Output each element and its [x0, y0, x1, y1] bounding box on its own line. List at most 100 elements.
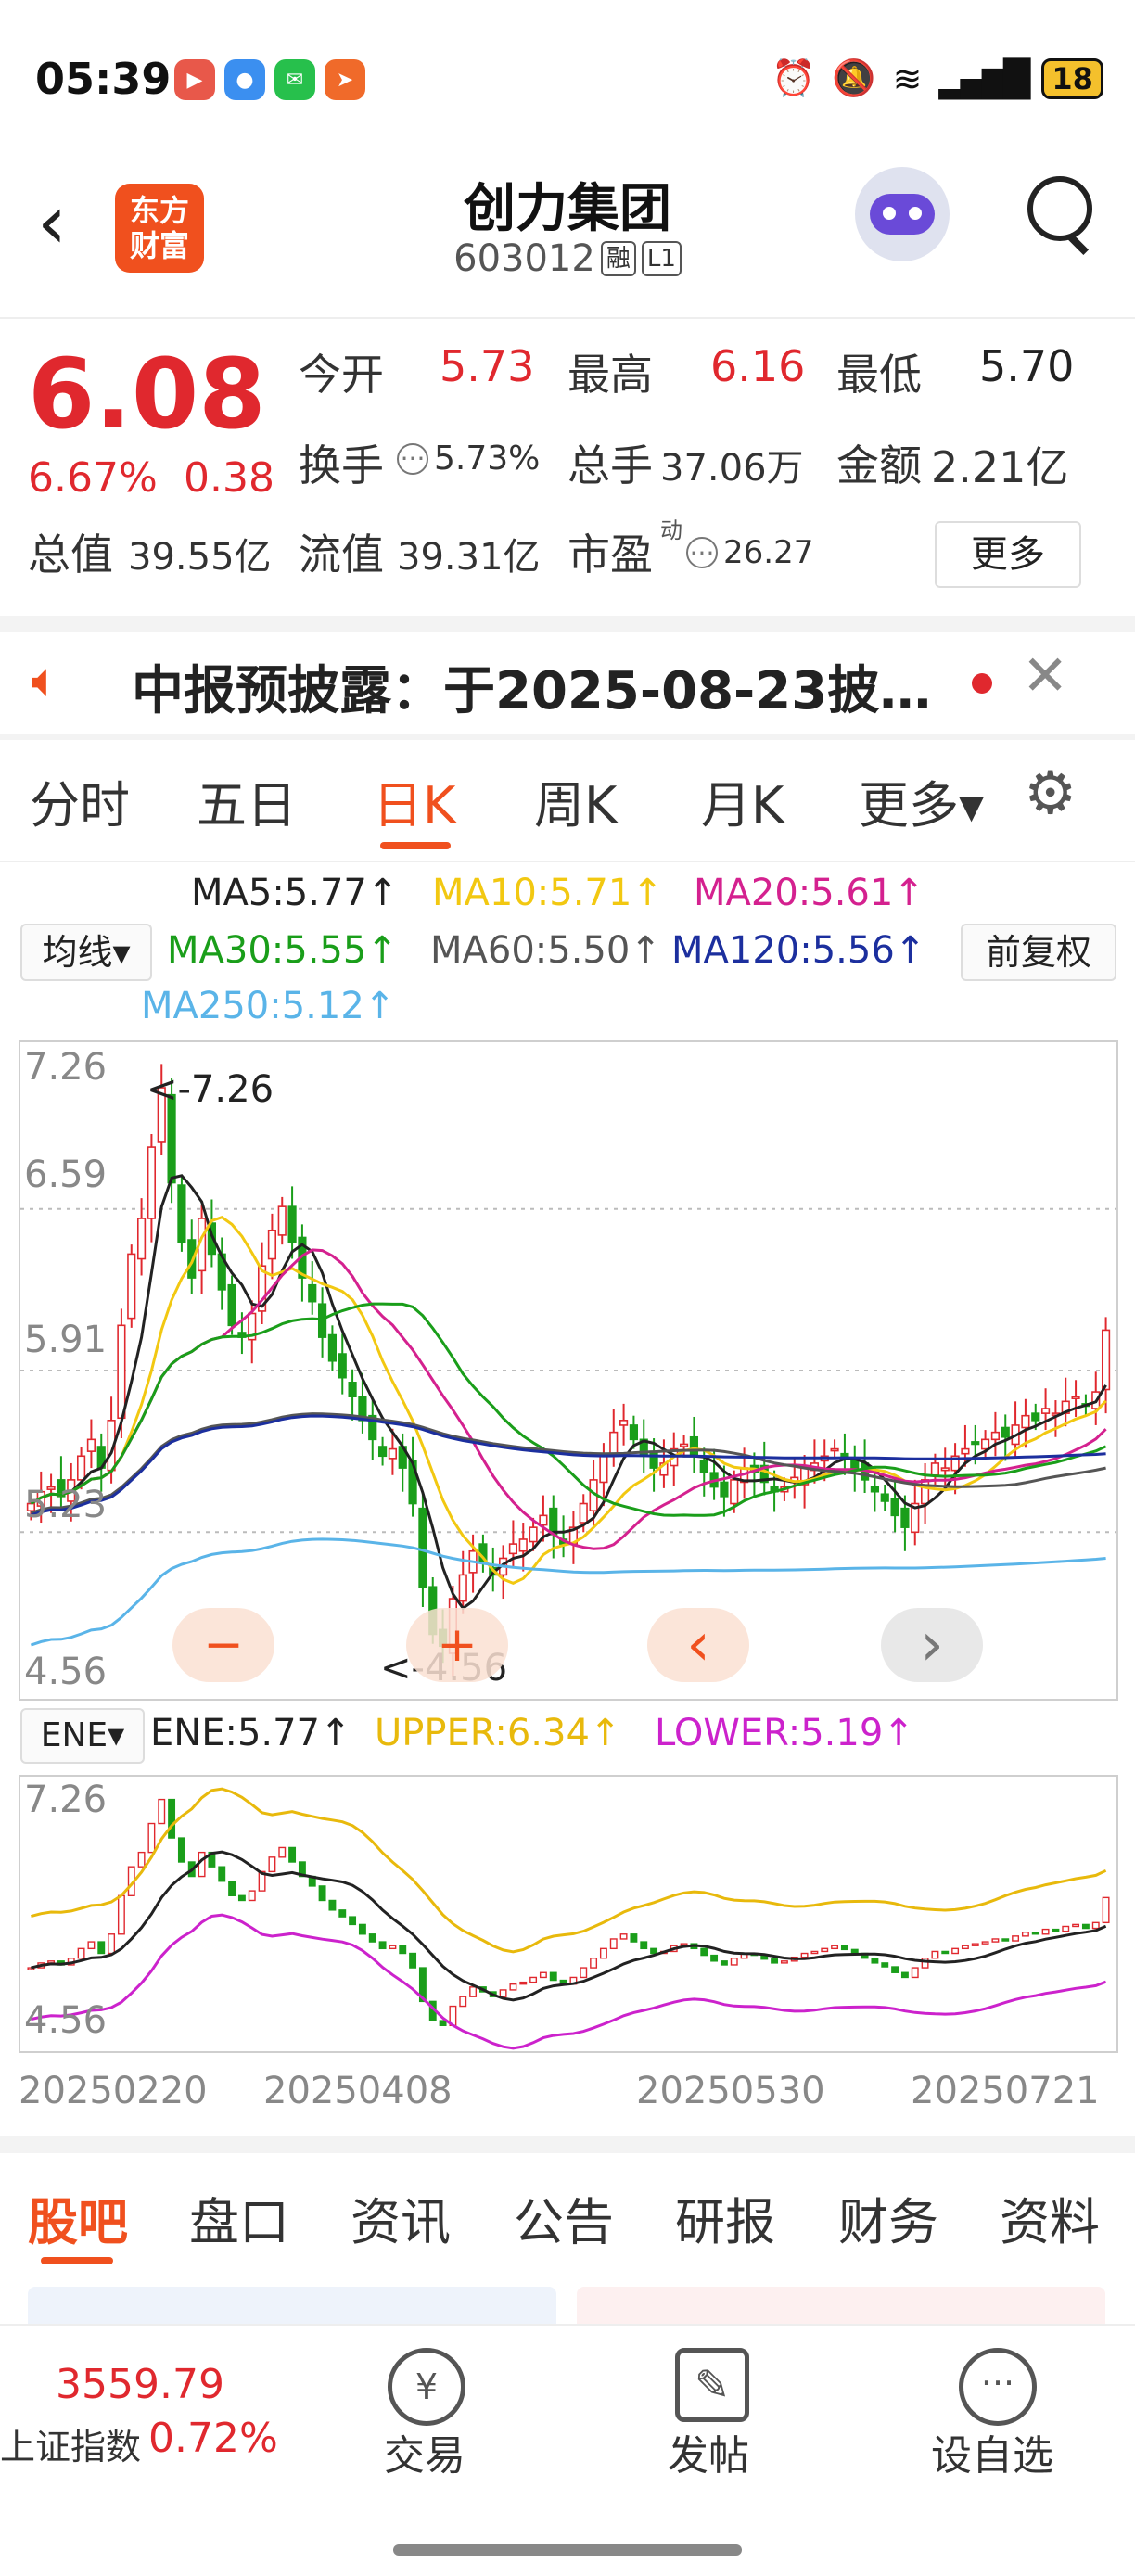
margin-tag: 融	[600, 241, 636, 276]
stock-code-line: 603012 融 L1	[0, 237, 1135, 280]
ene-candle	[1062, 1925, 1070, 1932]
ene-candle	[177, 1837, 185, 1863]
tab-daily-k[interactable]: 日K	[373, 764, 455, 837]
date-axis: 20250220 20250408 20250530 20250721	[0, 2053, 1135, 2136]
tab-announcements[interactable]: 公告	[514, 2181, 614, 2254]
ene-candle	[1052, 1928, 1060, 1932]
ma10-label: MA10:5.71↑	[432, 872, 663, 914]
zoom-in-button[interactable]: +	[406, 1608, 508, 1682]
candle-body	[971, 1441, 980, 1446]
ene-candle	[619, 1933, 628, 1940]
candle-body	[327, 1333, 338, 1362]
ene-candle	[580, 1967, 588, 1979]
candle-body	[880, 1493, 889, 1502]
post-icon[interactable]: ✎	[675, 2348, 749, 2422]
tab-guba[interactable]: 股吧	[28, 2181, 128, 2254]
tab-research[interactable]: 研报	[675, 2181, 775, 2254]
trade-icon[interactable]: ¥	[388, 2348, 465, 2426]
candle-body	[76, 1455, 86, 1481]
total-mv-label: 总值	[28, 529, 113, 580]
ene-candle	[831, 1945, 839, 1950]
index-value[interactable]: 3559.79	[56, 2361, 224, 2408]
tab-news[interactable]: 资讯	[351, 2181, 451, 2254]
pe-value: 26.27	[723, 534, 814, 571]
ene-candle	[358, 1923, 366, 1935]
tab-weekly-k[interactable]: 周K	[534, 764, 617, 837]
more-button[interactable]: 更多	[935, 521, 1081, 588]
index-change[interactable]: 0.72%	[148, 2415, 278, 2462]
post-button[interactable]: 发帖	[645, 2422, 772, 2481]
candle-body	[619, 1420, 629, 1426]
candle-body	[890, 1498, 899, 1517]
tab-finance[interactable]: 财务	[838, 2181, 938, 2254]
candle-body	[870, 1486, 880, 1493]
ene-candle	[198, 1851, 206, 1878]
candle-body	[227, 1283, 236, 1327]
candle-body	[1040, 1408, 1051, 1414]
ene-candle	[378, 1941, 387, 1950]
tab-order-book[interactable]: 盘口	[189, 2181, 289, 2254]
scroll-left-button[interactable]: ‹	[647, 1608, 749, 1682]
section-gap	[0, 616, 1135, 632]
candle-body	[308, 1283, 317, 1303]
tab-more[interactable]: 更多▾	[859, 764, 984, 837]
tab-profile[interactable]: 资料	[1000, 2181, 1100, 2254]
settings-gear-icon[interactable]: ⚙	[1024, 764, 1077, 823]
add-watchlist-button[interactable]: 设自选	[918, 2422, 1066, 2481]
card-left[interactable]	[28, 2287, 556, 2324]
candle-body	[599, 1455, 608, 1484]
candle-body	[127, 1253, 136, 1320]
tab-five-day[interactable]: 五日	[197, 764, 297, 837]
ene-candle	[519, 1981, 528, 1985]
ene-candle	[549, 1971, 557, 1982]
candle-body	[980, 1438, 990, 1450]
scroll-right-button[interactable]: ›	[881, 1608, 983, 1682]
candle-body	[549, 1507, 558, 1536]
video-app-icon: ▶	[174, 59, 215, 100]
restore-button[interactable]: 前复权	[961, 924, 1116, 981]
ene-candle	[900, 1971, 909, 1979]
candle-body	[418, 1507, 427, 1588]
candle-body	[377, 1446, 388, 1458]
ma-selector[interactable]: 均线▾	[20, 924, 152, 981]
notice-bar[interactable]: 🔈︎ 中报预披露：于2025-08-23披… ✕	[0, 632, 1135, 734]
ene-candle	[1012, 1935, 1020, 1942]
ene-selector[interactable]: ENE▾	[20, 1708, 145, 1764]
ene-candle	[318, 1885, 326, 1902]
trade-button[interactable]: 交易	[362, 2422, 488, 2481]
candle-body	[699, 1460, 708, 1474]
ene-candle	[630, 1933, 638, 1943]
ene-candle	[871, 1958, 879, 1964]
ene-candle	[780, 1960, 788, 1964]
search-icon[interactable]	[1027, 176, 1092, 241]
candle-body	[458, 1574, 467, 1602]
ene-chart[interactable]: 7.26 4.56	[19, 1775, 1118, 2053]
card-right[interactable]	[577, 2287, 1105, 2324]
candle-body	[579, 1502, 588, 1524]
zoom-out-button[interactable]: −	[172, 1608, 274, 1682]
candlestick-chart[interactable]: 7.26 6.59 5.91 5.23 4.56 <-7.26 <-4.56 −…	[19, 1040, 1118, 1701]
candle-body	[117, 1324, 126, 1420]
close-icon[interactable]: ✕	[1022, 644, 1068, 708]
ene-candle	[700, 1947, 708, 1957]
date-tick-4: 20250721	[911, 2070, 1100, 2112]
ene-candle	[951, 1947, 960, 1955]
robot-avatar[interactable]	[855, 167, 950, 261]
candle-body	[388, 1447, 398, 1460]
send-app-icon: ➤	[325, 59, 365, 100]
low-label: 最低	[836, 350, 922, 400]
ene-candle	[931, 1950, 939, 1959]
volume-label: 总手	[568, 440, 653, 491]
ene-candle	[168, 1798, 176, 1839]
ene-candle	[1091, 1921, 1100, 1930]
tab-intraday[interactable]: 分时	[30, 764, 130, 837]
ene-candle	[108, 1933, 116, 1955]
index-name[interactable]: 上证指数	[0, 2418, 141, 2469]
y-tick-4.56: 4.56	[24, 1651, 108, 1693]
tab-monthly-k[interactable]: 月K	[701, 764, 784, 837]
amount-value: 2.21亿	[931, 442, 1069, 492]
watchlist-icon[interactable]: ···	[959, 2348, 1037, 2426]
candle-body	[629, 1424, 639, 1441]
y-tick-5.23: 5.23	[24, 1484, 108, 1526]
ene-candle	[117, 1894, 125, 1935]
